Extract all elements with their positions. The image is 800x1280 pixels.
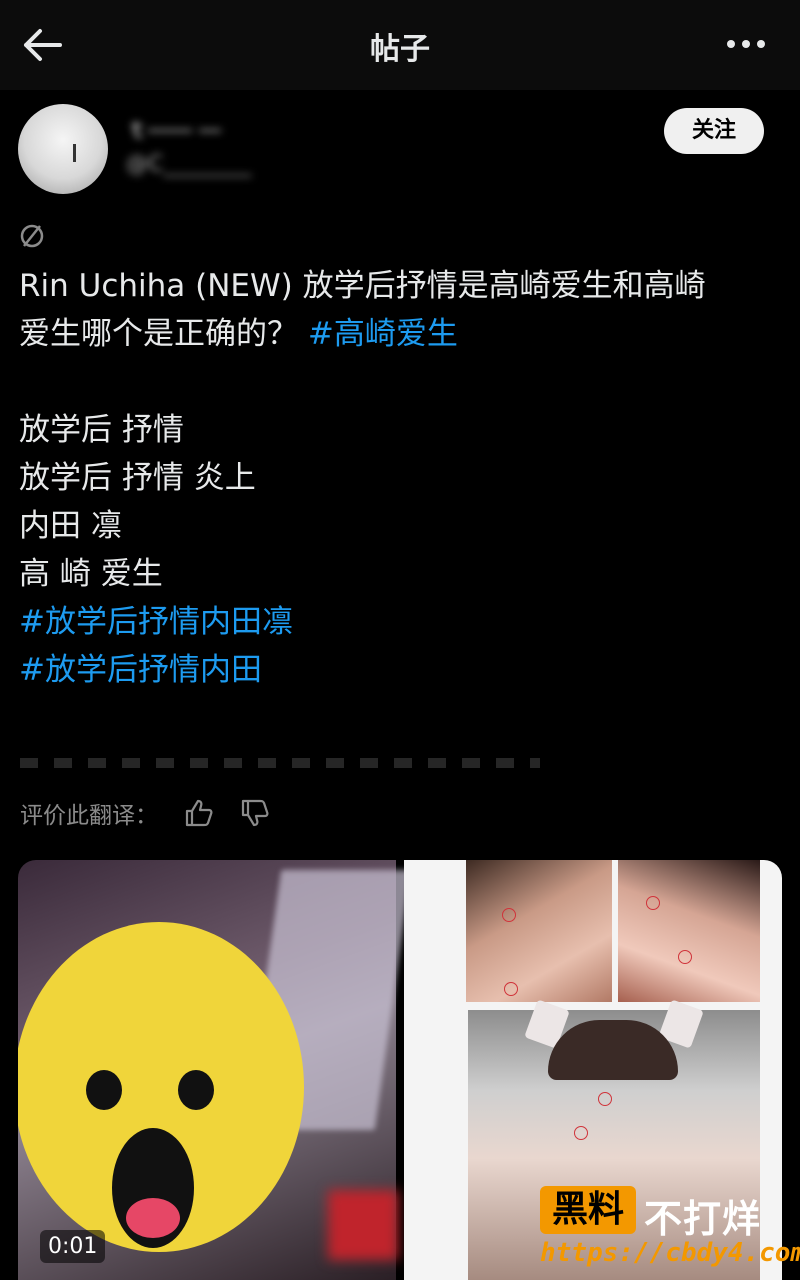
hashtag-link[interactable]: #放学后抒情内田 (19, 646, 779, 694)
translation-rating-label: 评价此翻译： (20, 803, 158, 829)
video-duration: 0:01 (40, 1230, 106, 1263)
post-line: Rin Uchiha (NEW) 放学后抒情是高崎爱生和高崎 (19, 268, 706, 304)
translation-rating: 评价此翻译： (20, 796, 270, 830)
post-line: 放学后 抒情 (19, 412, 184, 448)
video-thumbnail[interactable]: 0:01 (18, 860, 412, 1280)
hashtag-link[interactable]: #放学后抒情内田凛 (19, 598, 779, 646)
page-title: 帖子 (370, 32, 430, 67)
watermark: 黑料 不打烊 https://cbdy4.com (540, 1186, 800, 1274)
watermark-url: https://cbdy4.com (540, 1238, 800, 1268)
follow-button[interactable]: 关注 (664, 108, 764, 154)
thumbs-down-icon[interactable] (240, 798, 270, 828)
watermark-text: 不打烊 (644, 1197, 762, 1241)
truncated-text-fade (20, 758, 540, 768)
post-body: Rin Uchiha (NEW) 放学后抒情是高崎爱生和高崎 爱生哪个是正确的？… (19, 262, 779, 694)
post-line: 爱生哪个是正确的？ #高崎爱生 (19, 316, 458, 352)
post-line: 内田 凛 (19, 508, 122, 544)
more-dots-icon[interactable] (726, 32, 766, 56)
thumbs-up-icon[interactable] (184, 798, 214, 828)
author-handle[interactable]: @C________ (126, 152, 296, 178)
post-line: 放学后 抒情 炎上 (19, 460, 256, 496)
shocked-emoji-sticker (18, 922, 304, 1252)
author-display-name[interactable]: ｔ―― ― (126, 112, 276, 143)
avatar[interactable] (18, 104, 108, 194)
hashtag-link[interactable]: #高崎爱生 (308, 316, 458, 352)
top-bar: 帖子 (0, 0, 800, 90)
post-line: 高 崎 爱生 (19, 556, 163, 592)
watermark-logo: 黑料 (540, 1186, 636, 1234)
translate-icon (20, 224, 44, 248)
